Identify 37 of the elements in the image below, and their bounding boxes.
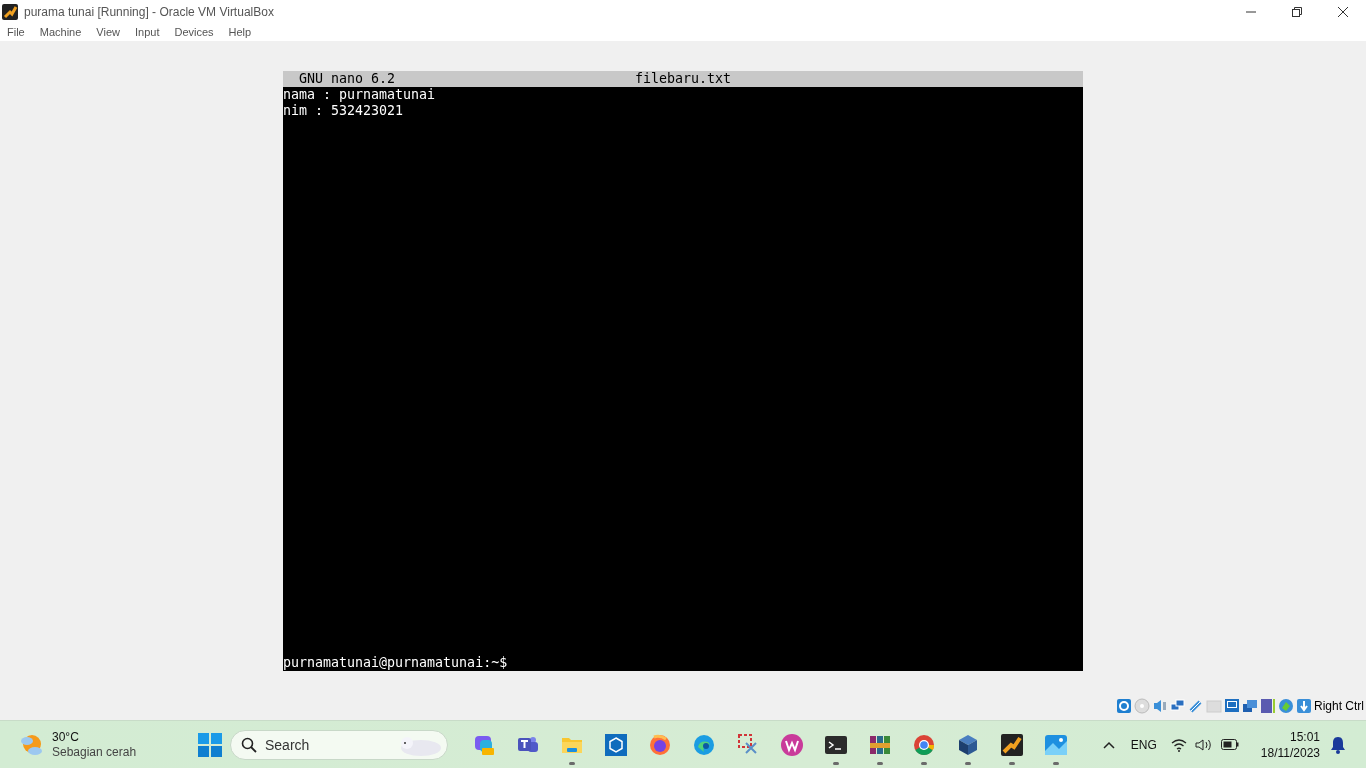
date: 18/11/2023 [1260,744,1320,761]
firefox-icon[interactable] [648,732,672,757]
weather-condition: Sebagian cerah [52,744,137,760]
shell-prompt: purnamatunai@purnamatunai:~$ [283,655,508,671]
host-key-label: Right Ctrl [1314,699,1364,713]
menu-item[interactable]: Devices [174,26,214,38]
virtualbox-logo-icon [2,3,18,20]
temperature: 30°C [52,729,80,745]
virtualbox-running-icon[interactable] [1000,732,1024,757]
display-icon[interactable] [1224,698,1240,714]
nano-version: GNU nano 6.2 [298,71,397,87]
close-icon[interactable] [1337,5,1349,18]
menu-item[interactable]: Machine [39,26,82,38]
menu-item[interactable]: View [96,26,120,38]
cube-box-icon[interactable] [956,732,980,757]
menu-item[interactable]: File [7,26,25,38]
start-icon[interactable] [198,732,222,757]
chevron-up-icon[interactable] [1102,740,1115,749]
menu-item[interactable]: Input [134,26,160,38]
language-indicator[interactable]: ENG [1130,737,1157,752]
speaker-icon[interactable] [1194,737,1213,752]
menu-item[interactable]: Help [228,26,252,38]
restore-icon[interactable] [1291,5,1303,18]
battery-icon[interactable] [1220,739,1239,750]
search-field[interactable]: Search [265,736,365,753]
window-title: purama tunai [Running] - Oracle VM VirtualBox [24,4,274,19]
wifi-icon[interactable] [1170,737,1187,752]
clock[interactable]: 15:01 18/11/2023 [1260,728,1320,761]
text-line: nim : 532423021 [283,103,404,119]
time: 15:01 [1289,728,1320,745]
wps-office-icon[interactable] [780,732,804,757]
chrome-icon[interactable] [912,732,936,757]
text-line: nama : purnamatunai [283,87,436,103]
photos-icon[interactable] [1044,732,1068,757]
bell-icon[interactable] [1330,735,1346,754]
search-icon [241,736,257,753]
file-name: filebaru.txt [634,71,732,87]
